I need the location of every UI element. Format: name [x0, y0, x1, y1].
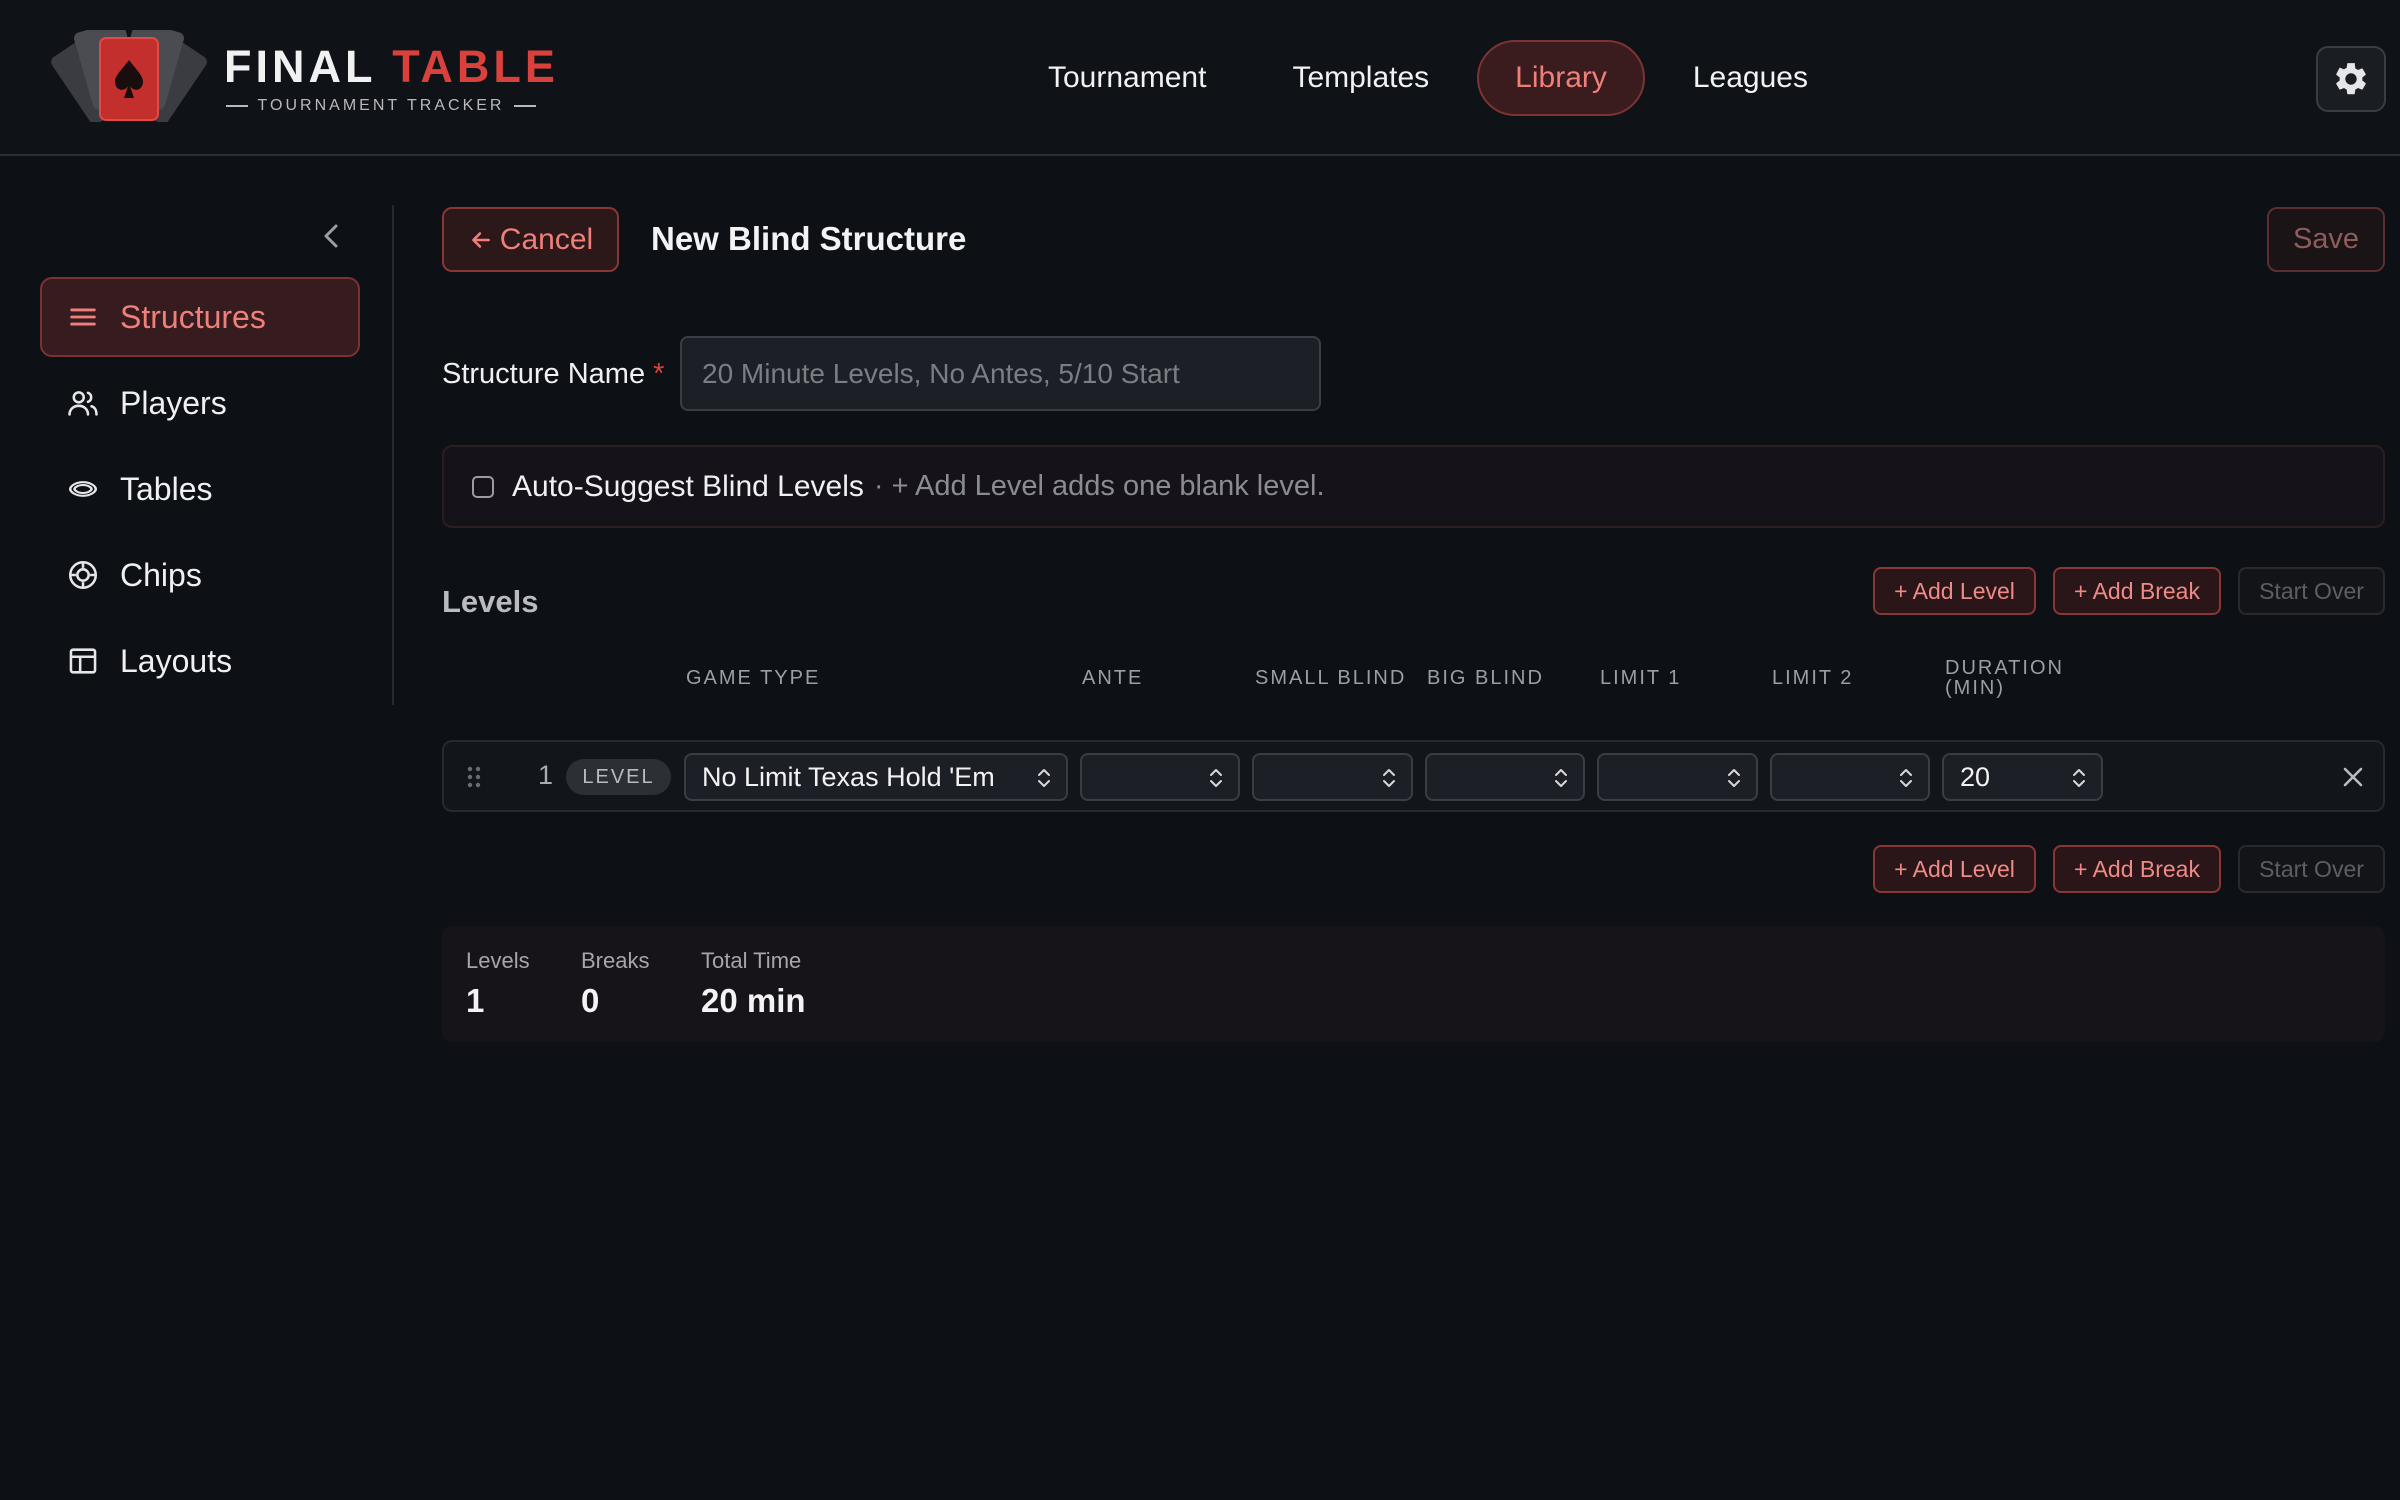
- limit-1-input[interactable]: [1597, 753, 1758, 801]
- close-icon[interactable]: [2340, 764, 2366, 790]
- auto-suggest-hint: · + Add Level adds one blank level.: [873, 470, 1325, 502]
- sidebar-item-players[interactable]: Players: [40, 363, 360, 443]
- sidebar: Structures Players Tables Chips Layouts: [0, 158, 393, 1500]
- nav-templates[interactable]: Templates: [1254, 40, 1467, 116]
- levels-heading: Levels: [442, 584, 539, 619]
- logo-subtitle-text: TOURNAMENT TRACKER: [257, 97, 505, 114]
- limit-2-input[interactable]: [1770, 753, 1930, 801]
- sidebar-item-layouts[interactable]: Layouts: [40, 621, 360, 701]
- add-break-button-bottom[interactable]: + Add Break: [2053, 845, 2221, 893]
- stat-breaks-label: Breaks: [581, 948, 650, 973]
- column-header-duration-line2: (MIN): [1945, 677, 2005, 699]
- stepper-icon[interactable]: [1726, 765, 1742, 791]
- stepper-icon[interactable]: [1208, 765, 1224, 791]
- page-title: New Blind Structure: [651, 220, 967, 257]
- auto-suggest-checkbox[interactable]: [472, 475, 494, 498]
- level-number: 1: [538, 760, 554, 790]
- sidebar-item-label: Players: [120, 384, 227, 421]
- gear-icon: [2336, 63, 2366, 95]
- nav-library[interactable]: Library: [1477, 40, 1645, 116]
- sidebar-item-label: Tables: [120, 470, 213, 507]
- column-header-big-blind: BIG BLIND: [1427, 667, 1544, 689]
- table-oval-icon: [68, 481, 98, 497]
- game-type-value: No Limit Texas Hold 'Em: [702, 761, 995, 792]
- arrow-left-icon: [471, 231, 490, 248]
- column-header-limit-2: LIMIT 2: [1772, 667, 1854, 689]
- start-over-button-bottom[interactable]: Start Over: [2238, 845, 2385, 893]
- settings-button[interactable]: [2316, 46, 2386, 112]
- required-mark: *: [653, 358, 665, 390]
- stepper-icon[interactable]: [2071, 765, 2087, 791]
- structure-name-label-text: Structure Name: [442, 358, 646, 390]
- list-icon: [70, 308, 96, 326]
- sidebar-item-label: Layouts: [120, 642, 233, 679]
- auto-suggest-panel: Auto-Suggest Blind Levels · + Add Level …: [442, 445, 2385, 528]
- cancel-label: Cancel: [499, 222, 594, 256]
- save-button[interactable]: Save: [2267, 207, 2385, 272]
- big-blind-input[interactable]: [1425, 753, 1585, 801]
- column-header-limit-1: LIMIT 1: [1600, 667, 1682, 689]
- column-header-duration-line1: DURATION: [1945, 657, 2064, 679]
- chevron-left-icon[interactable]: [316, 218, 348, 254]
- duration-value: 20: [1960, 761, 1991, 792]
- stat-total-time-label: Total Time: [701, 948, 802, 973]
- ante-input[interactable]: [1080, 753, 1240, 801]
- logo-title: FINAL TABLE: [224, 44, 559, 89]
- logo-word-table: TABLE: [392, 41, 559, 92]
- game-type-select[interactable]: No Limit Texas Hold 'Em: [684, 753, 1068, 801]
- logo-word-final: FINAL: [224, 41, 376, 92]
- stepper-icon[interactable]: [1898, 765, 1914, 791]
- start-over-button-top[interactable]: Start Over: [2238, 567, 2385, 615]
- stat-levels-value: 1: [466, 982, 485, 1019]
- add-level-button-bottom[interactable]: + Add Level: [1873, 845, 2036, 893]
- logo-subtitle: TOURNAMENT TRACKER: [226, 96, 537, 116]
- column-header-game-type: GAME TYPE: [686, 667, 821, 689]
- column-header-duration: DURATION (MIN): [1945, 658, 2064, 698]
- auto-suggest-label[interactable]: Auto-Suggest Blind Levels: [512, 470, 864, 504]
- small-blind-input[interactable]: [1252, 753, 1413, 801]
- table-row: 1 LEVEL No Limit Texas Hold 'Em 20: [442, 740, 2385, 812]
- nav-tournament[interactable]: Tournament: [1010, 40, 1244, 116]
- chip-icon: [68, 560, 98, 590]
- top-bar: FINAL TABLE TOURNAMENT TRACKER Tournamen…: [0, 0, 2400, 156]
- nav-leagues[interactable]: Leagues: [1655, 40, 1846, 116]
- drag-handle-icon[interactable]: [464, 764, 484, 790]
- logo[interactable]: FINAL TABLE TOURNAMENT TRACKER: [44, 26, 555, 126]
- select-arrows-icon: [1038, 769, 1050, 787]
- stepper-icon[interactable]: [1381, 765, 1397, 791]
- stepper-icon[interactable]: [1553, 765, 1569, 791]
- add-level-button-top[interactable]: + Add Level: [1873, 567, 2036, 615]
- sidebar-item-label: Chips: [120, 556, 202, 593]
- card-fan-logo-icon: [51, 30, 207, 122]
- stat-total-time-value: 20 min: [701, 982, 806, 1019]
- structure-name-label: Structure Name *: [442, 358, 664, 391]
- duration-input[interactable]: 20: [1942, 753, 2103, 801]
- main-nav: Tournament Templates Library Leagues: [1010, 40, 1846, 116]
- layout-icon: [69, 648, 97, 674]
- sidebar-item-chips[interactable]: Chips: [40, 535, 360, 615]
- level-type-badge: LEVEL: [566, 759, 671, 795]
- structure-name-input[interactable]: [680, 336, 1321, 411]
- column-header-small-blind: SMALL BLIND: [1255, 667, 1407, 689]
- stat-levels-label: Levels: [466, 948, 530, 973]
- users-icon: [68, 391, 98, 416]
- structure-summary: Levels 1 Breaks 0 Total Time 20 min: [442, 926, 2385, 1042]
- add-break-button-top[interactable]: + Add Break: [2053, 567, 2221, 615]
- sidebar-item-tables[interactable]: Tables: [40, 449, 360, 529]
- sidebar-item-structures[interactable]: Structures: [40, 277, 360, 357]
- column-header-ante: ANTE: [1082, 667, 1144, 689]
- sidebar-item-label: Structures: [120, 298, 266, 335]
- stat-breaks-value: 0: [581, 982, 600, 1019]
- cancel-button[interactable]: Cancel: [442, 207, 619, 272]
- sidebar-divider: [392, 205, 394, 705]
